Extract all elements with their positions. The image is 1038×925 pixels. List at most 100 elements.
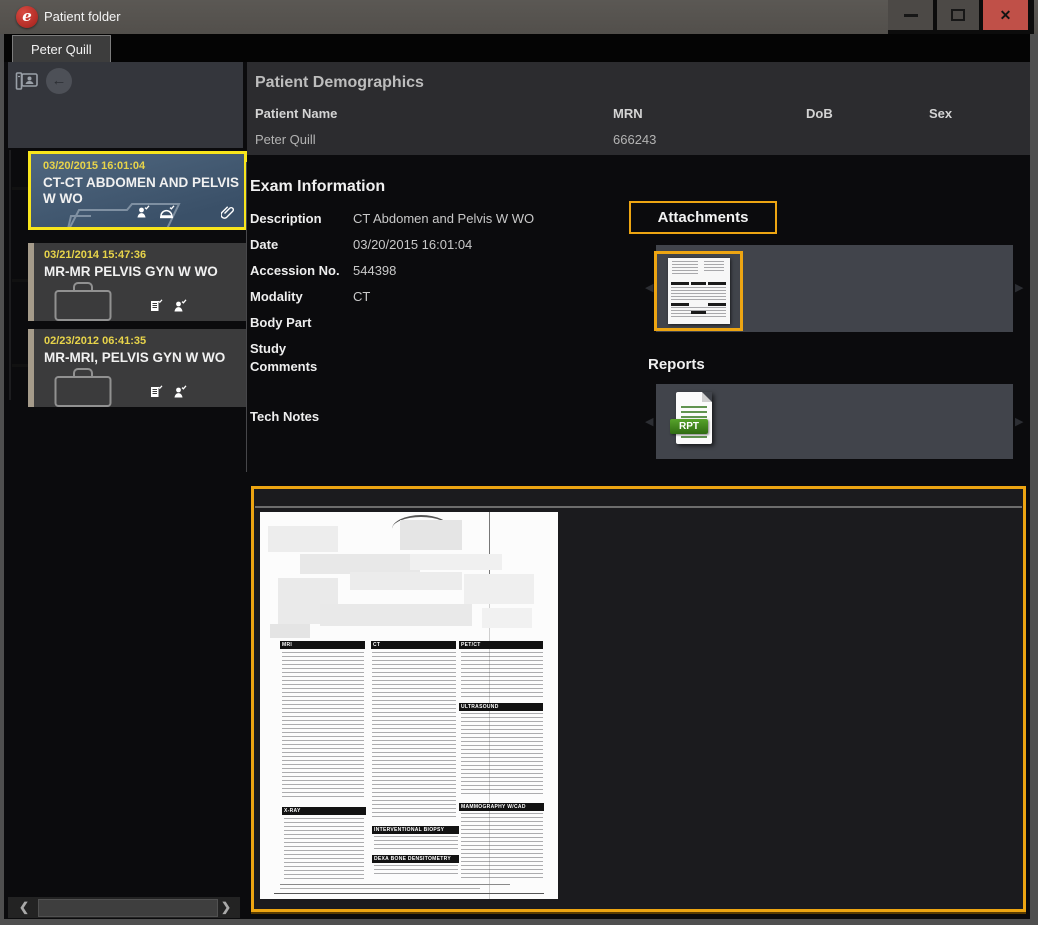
exam-info-title: Exam Information [250,178,385,196]
redacted-block [410,554,502,570]
sidebar-toolbar: ← [8,62,243,148]
close-icon: ✕ [1000,7,1012,24]
field-label: Accession No. [250,262,353,280]
title-bar: e Patient folder ✕ [0,0,1038,34]
study-date: 03/20/2015 16:01:04 [43,160,145,172]
dictated-person-check-icon [136,205,150,219]
form-bottom-rule [274,893,544,894]
scrollbar-thumb[interactable] [38,899,218,917]
report-doc-check-icon [149,299,163,313]
reports-prev-icon[interactable]: ◀ [645,415,653,428]
thumb-section-bar [691,282,706,285]
redacted-block [320,604,472,626]
report-document-icon[interactable]: RPT [670,392,718,450]
study-date: 02/23/2012 06:41:35 [44,335,146,347]
rpt-badge: RPT [670,419,708,434]
thumb-section-bar [708,282,726,285]
back-button[interactable]: ← [46,68,72,94]
study-item-ct-abdomen[interactable]: 03/20/2015 16:01:04 CT-CT ABDOMEN AND PE… [28,151,247,230]
field-label: Date [250,236,353,254]
minimize-button[interactable] [888,0,933,30]
reports-title: Reports [648,356,705,373]
exam-field-body-part: Body Part [250,314,353,332]
study-date: 03/21/2014 15:47:36 [44,249,146,261]
form-section-ct: CT [371,641,456,649]
thumb-section-bar [671,282,689,285]
thumb-text-block [671,287,726,301]
window-border-right [1030,34,1038,919]
tab-label: Peter Quill [31,42,92,57]
col-header-patient-name: Patient Name [255,106,337,121]
field-label: Modality [250,288,353,306]
redacted-block [268,526,338,552]
redacted-block [300,554,420,574]
field-label: Study Comments [250,340,353,376]
report-doc-check-icon [149,385,163,399]
close-button[interactable]: ✕ [983,0,1028,30]
form-text-column [374,865,458,877]
field-value: 544398 [353,262,396,280]
form-section-mammography: MAMMOGRAPHY W/CAD [459,803,544,811]
study-item-mri-pelvis-2012[interactable]: 02/23/2012 06:41:35 MR-MRI, PELVIS GYN W… [28,329,247,407]
patient-folder-window: e Patient folder ✕ Peter Quill ← [0,0,1038,925]
attachment-thumbnail[interactable] [668,258,730,324]
study-item-mr-pelvis-2014[interactable]: 03/21/2014 15:47:36 MR-MR PELVIS GYN W W… [28,243,247,321]
exam-field-date: Date 03/20/2015 16:01:04 [250,236,472,254]
thumb-text-block [672,261,698,275]
paperclip-icon [221,205,234,219]
maximize-icon [951,9,965,21]
dictated-person-check-icon [173,299,187,313]
form-section-ultrasound: ULTRASOUND [459,703,543,711]
field-label: Tech Notes [250,408,353,426]
thumb-text-block [704,261,724,271]
scroll-left-button[interactable]: ❮ [14,899,34,916]
field-value: 03/20/2015 16:01:04 [353,236,472,254]
study-status-icons [136,205,234,219]
reports-next-icon[interactable]: ▶ [1015,415,1023,428]
attachments-highlight-box: Attachments [629,201,777,234]
thumb-section-bar [671,303,689,306]
field-value: CT [353,288,370,306]
tree-tick [12,279,28,282]
redacted-block [400,520,462,550]
patient-id-card-icon[interactable] [14,68,40,94]
form-section-xray: X-RAY [282,807,366,815]
report-page [676,392,712,444]
chevron-left-icon: ❮ [19,900,29,914]
scroll-right-button[interactable]: ❯ [216,899,236,916]
tab-bar: Peter Quill [4,34,1030,62]
field-label: Description [250,210,353,228]
attachments-next-icon[interactable]: ▶ [1015,281,1023,294]
attachment-preview-page[interactable]: MRI CT PET/CT ULTRASOUND X-RAY INTERVENT… [260,512,558,899]
study-accent-strip [28,243,34,321]
app-logo-icon: e [16,6,38,28]
briefcase-icon [54,365,112,407]
window-controls: ✕ [888,0,1034,34]
field-value: CT Abdomen and Pelvis W WO [353,210,534,228]
exam-field-tech-notes: Tech Notes [250,408,353,426]
sidebar-horizontal-scrollbar[interactable]: ❮ ❯ [8,897,240,918]
form-text-column [461,652,543,698]
back-arrow-icon: ← [52,72,67,89]
attachments-prev-icon[interactable]: ◀ [645,281,653,294]
form-section-mri: MRI [280,641,365,649]
study-title: MR-MRI, PELVIS GYN W WO [44,350,240,366]
chevron-right-icon: ❯ [221,900,231,914]
form-section-petct: PET/CT [459,641,543,649]
tree-tick [12,364,28,367]
form-section-dexa: DEXA BONE DENSITOMETRY [372,855,459,863]
window-border-bottom [0,919,1038,925]
form-text-column [282,652,364,800]
preview-divider [255,506,1022,508]
window-title: Patient folder [44,9,121,24]
form-text-column [284,818,364,880]
content-divider [246,162,247,472]
maximize-button[interactable] [937,0,979,30]
form-text-column [374,836,458,850]
redacted-block [482,608,532,628]
tab-peter-quill[interactable]: Peter Quill [12,35,111,62]
form-text-column [372,652,456,820]
form-footer-line [280,888,480,889]
redacted-block [464,574,534,604]
dictated-person-check-icon [173,385,187,399]
